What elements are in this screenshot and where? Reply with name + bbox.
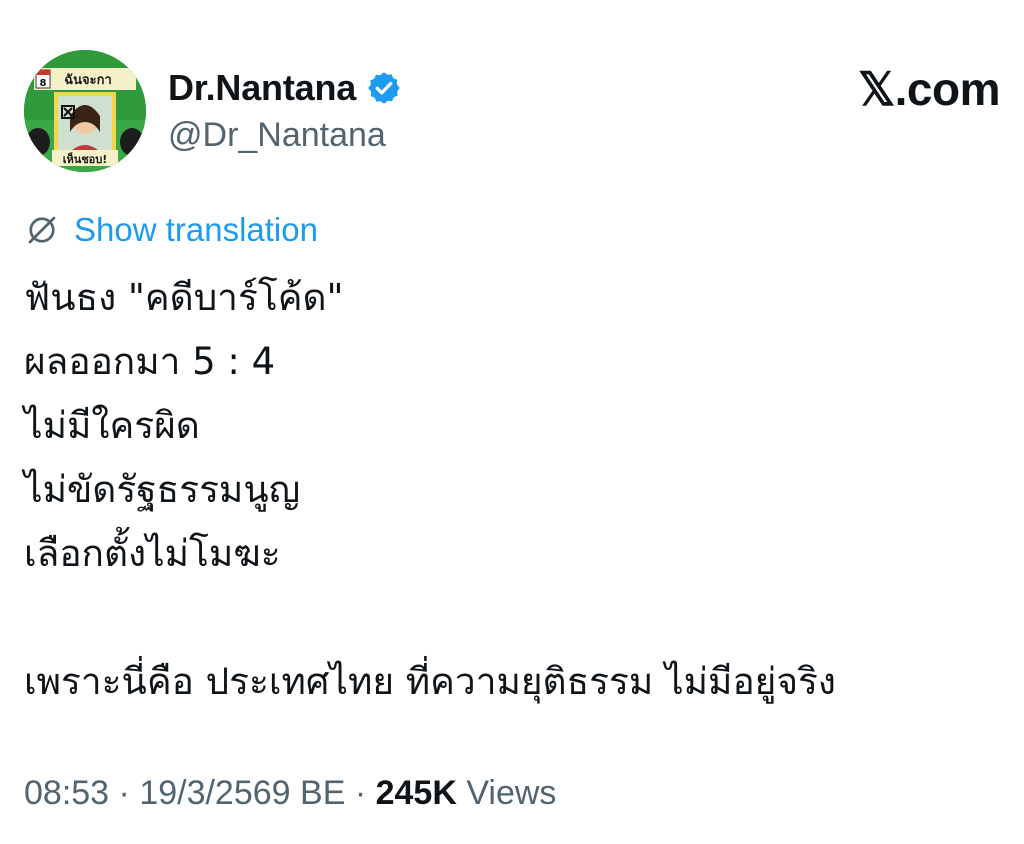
tweet-time[interactable]: 08:53 bbox=[24, 774, 109, 812]
avatar-banner-bottom: เห็นชอบ! bbox=[63, 152, 108, 166]
tweet-line: ไม่ขัดรัฐธรรมนูญ bbox=[24, 468, 301, 511]
show-translation-label[interactable]: Show translation bbox=[74, 211, 318, 249]
meta-separator: · bbox=[109, 774, 140, 812]
display-name-row: Dr.Nantana bbox=[168, 66, 402, 110]
tweet-line: เลือกตั้งไม่โมฆะ bbox=[24, 532, 281, 575]
show-translation-button[interactable]: Show translation bbox=[24, 208, 318, 252]
tweet-date[interactable]: 19/3/2569 BE bbox=[139, 774, 345, 812]
avatar-image: ฉันจะกา 8 เห็นชอบ! bbox=[24, 50, 146, 172]
author-handle[interactable]: @Dr_Nantana bbox=[168, 116, 402, 155]
brand-logo: 𝕏.com bbox=[858, 63, 1000, 115]
avatar-banner-top: ฉันจะกา bbox=[64, 73, 112, 88]
meta-separator: · bbox=[345, 774, 376, 812]
tweet-line: ผลออกมา 5 : 4 bbox=[24, 340, 276, 383]
verified-badge-icon bbox=[368, 72, 400, 104]
avatar-calendar-number: 8 bbox=[40, 78, 47, 89]
tweet-line: ฟันธง "คดีบาร์โค้ด" bbox=[24, 276, 344, 319]
tweet-header: ฉันจะกา 8 เห็นชอบ! Dr.Nantana @Dr_Nantan bbox=[24, 50, 1000, 174]
views-label: Views bbox=[456, 774, 557, 812]
tweet-text: ฟันธง "คดีบาร์โค้ด" ผลออกมา 5 : 4 ไม่มีใ… bbox=[24, 266, 1000, 714]
avatar[interactable]: ฉันจะกา 8 เห็นชอบ! bbox=[24, 50, 146, 172]
tweet-line: ไม่มีใครผิด bbox=[24, 404, 200, 447]
translate-icon bbox=[28, 216, 56, 244]
author-identity[interactable]: Dr.Nantana @Dr_Nantana bbox=[168, 66, 402, 155]
display-name[interactable]: Dr.Nantana bbox=[168, 67, 356, 109]
views-count[interactable]: 245K bbox=[376, 774, 457, 812]
tweet-line: เพราะนี่คือ ประเทศไทย ที่ความยุติธรรม ไม… bbox=[24, 660, 836, 703]
tweet-meta: 08:53 · 19/3/2569 BE · 245K Views bbox=[24, 774, 556, 813]
